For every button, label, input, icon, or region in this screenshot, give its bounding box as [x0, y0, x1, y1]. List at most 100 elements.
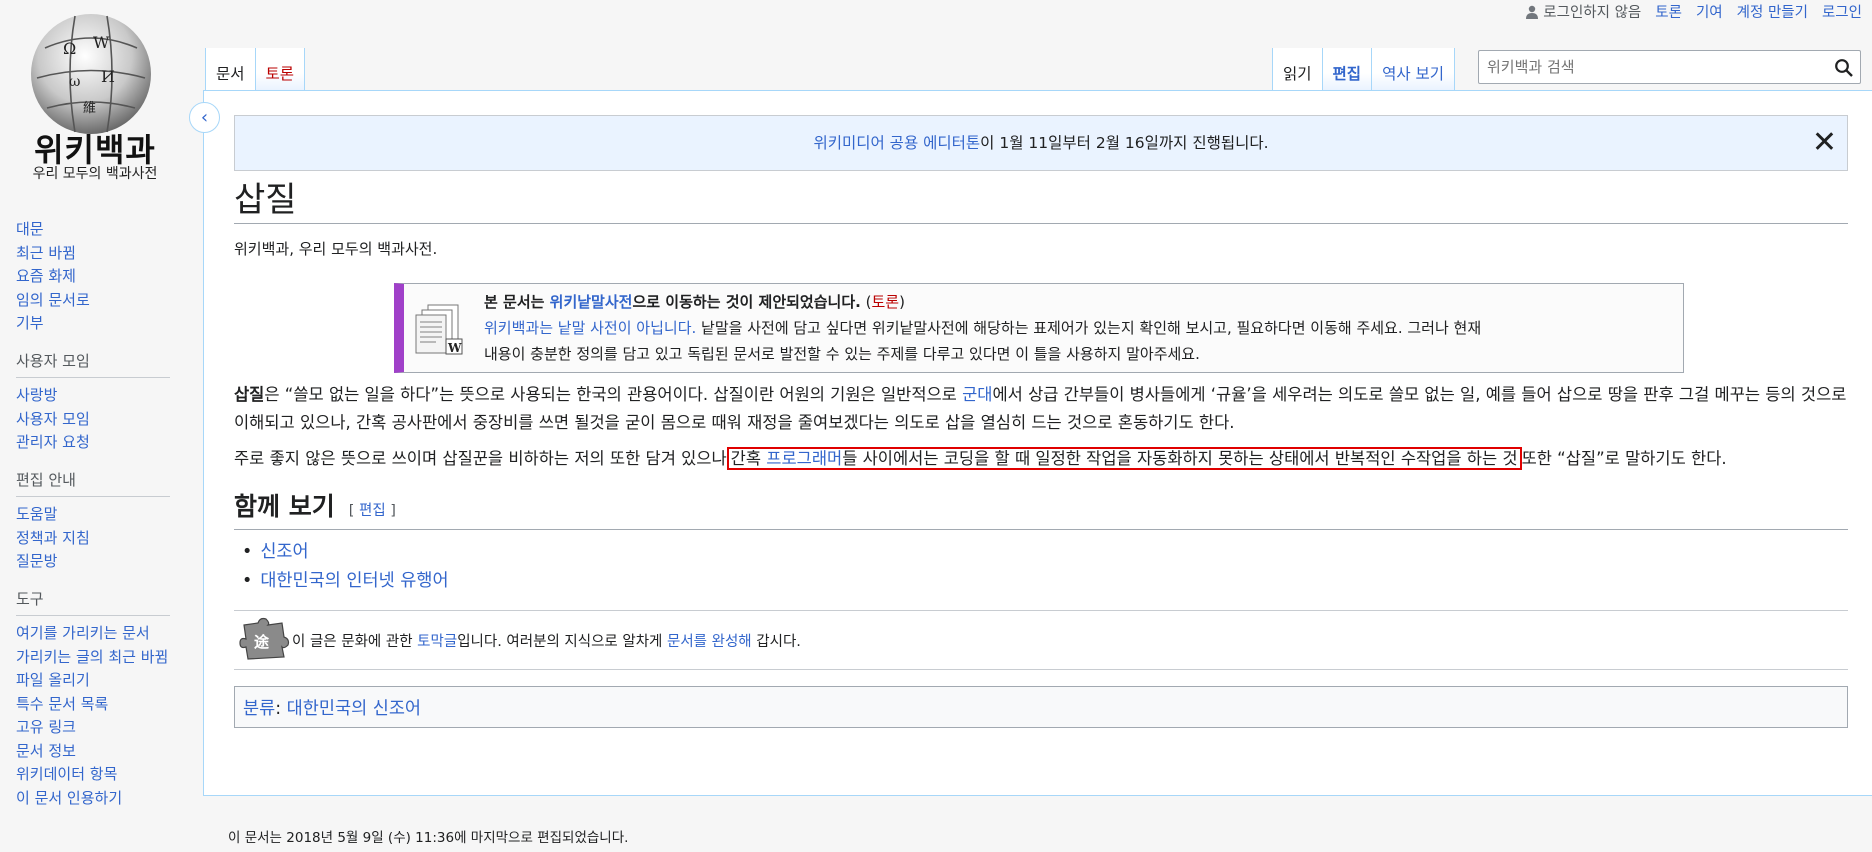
chevron-left-icon: ‹	[200, 107, 209, 128]
ambox-line-2: 위키백과는 낱말 사전이 아닙니다. 낱말을 사전에 담고 싶다면 위키낱말사전…	[484, 315, 1481, 341]
edit-bracket-close: ]	[385, 503, 396, 519]
sidebar-item-recent-changes[interactable]: 최근 바뀜	[16, 244, 76, 262]
anon-status: 로그인하지 않음	[1525, 1, 1641, 22]
section-edit: [ 편집 ]	[349, 503, 396, 519]
stub-text-3: 갑시다.	[751, 633, 801, 650]
not-logged-in-label: 로그인하지 않음	[1543, 5, 1642, 21]
personal-contributions-link[interactable]: 기여	[1696, 1, 1723, 22]
close-icon[interactable]: ✕	[1812, 116, 1837, 170]
content: 위키미디어 공용 에디터톤이 1월 11일부터 2월 16일까지 진행됩니다. …	[203, 90, 1872, 796]
ambox-line-1: 본 문서는 위키낱말사전으로 이동하는 것이 제안되었습니다. (토론)	[484, 289, 1481, 315]
not-dictionary-link[interactable]: 위키백과는 낱말 사전이 아닙니다.	[484, 319, 696, 337]
tab-talk[interactable]: 토론	[255, 48, 306, 90]
p2-highlight-2: 들 사이에서는 코딩을 할 때 일정한 작업을 자동화하지 못하는 상태에서 반…	[842, 449, 1518, 468]
ambox-text: 본 문서는 위키낱말사전으로 이동하는 것이 제안되었습니다. (토론) 위키백…	[484, 289, 1481, 367]
stub-text: 이 글은 문화에 관한 토막글입니다. 여러분의 지식으로 알차게 문서를 완성…	[292, 630, 801, 651]
sidebar-heading-tools: 도구	[16, 588, 170, 616]
login-link[interactable]: 로그인	[1822, 1, 1862, 22]
sidebar-tools: 도구 여기를 가리키는 문서 가리키는 글의 최근 바뀜 파일 올리기 특수 문…	[16, 588, 170, 807]
page-title: 삽질	[234, 179, 1848, 224]
personal-talk-link[interactable]: 토론	[1655, 1, 1682, 22]
svg-text:途: 途	[254, 633, 270, 651]
sidebar-item-related-changes[interactable]: 가리키는 글의 최근 바뀜	[16, 648, 168, 666]
sidebar-item-what-links-here[interactable]: 여기를 가리키는 문서	[16, 624, 150, 642]
list-item: 신조어	[248, 538, 1848, 567]
highlight-box: 간혹 프로그래머들 사이에서는 코딩을 할 때 일정한 작업을 자동화하지 못하…	[726, 447, 1522, 470]
sidebar-item-donate[interactable]: 기부	[16, 314, 44, 332]
neologism-link[interactable]: 신조어	[260, 542, 308, 562]
p2-text-2: 또한 “삽질”로 말하기도 한다.	[1521, 449, 1727, 468]
ambox-title-post: 으로 이동하는 것이 제안되었습니다.	[632, 293, 861, 311]
category-link[interactable]: 대한민국의 신조어	[287, 699, 421, 719]
p2-text-1: 주로 좋지 않은 뜻으로 쓰이며 삽질꾼을 비하하는 저의 또한 담겨 있으나	[234, 449, 727, 468]
sidebar-item-questions[interactable]: 질문방	[16, 552, 57, 570]
notice-link[interactable]: 위키미디어 공용 에디터톤	[813, 134, 980, 152]
stub-icon-wrap: 途	[234, 615, 292, 665]
site-subtitle: 위키백과, 우리 모두의 백과사전.	[234, 240, 438, 258]
term-bold: 삽질	[234, 385, 265, 404]
collapse-sidebar-button[interactable]: ‹	[189, 102, 220, 133]
move-notice-box: W 본 문서는 위키낱말사전으로 이동하는 것이 제안되었습니다. (토론) 위…	[394, 283, 1684, 373]
sidebar-item-upload-file[interactable]: 파일 올리기	[16, 671, 90, 689]
military-link[interactable]: 군대	[962, 385, 992, 404]
internet-slang-link[interactable]: 대한민국의 인터넷 유행어	[260, 571, 448, 591]
ambox-talk-link[interactable]: 토론	[871, 293, 899, 311]
create-account-link[interactable]: 계정 만들기	[1737, 1, 1808, 22]
ambox-title-pre: 본 문서는	[484, 293, 550, 311]
notice-text: 이 1월 11일부터 2월 16일까지 진행됩니다.	[980, 134, 1269, 152]
tab-article[interactable]: 문서	[206, 48, 256, 90]
wikipedia-logo[interactable]: Ω W ω И 維 위키백과 우리 모두의 백과사전	[0, 0, 200, 190]
sidebar-item-page-info[interactable]: 문서 정보	[16, 742, 76, 760]
stub-link[interactable]: 토막글	[417, 634, 457, 650]
sidebar-item-community-portal[interactable]: 사용자 모임	[16, 410, 90, 428]
sidebar-item-policies[interactable]: 정책과 지침	[16, 529, 90, 547]
search-icon[interactable]	[1834, 58, 1854, 78]
paragraph-1: 삽질은 “쓸모 없는 일을 하다”는 뜻으로 사용되는 한국의 관용어이다. 삽…	[234, 381, 1848, 437]
namespace-tabs: 문서 토론	[205, 48, 306, 90]
sidebar-item-admin-request[interactable]: 관리자 요청	[16, 433, 90, 451]
ambox-line-3: 내용이 충분한 정의를 담고 있고 독립된 문서로 발전할 수 있는 주제를 다…	[484, 345, 1200, 363]
sidebar-help: 편집 안내 도움말 정책과 지침 질문방	[16, 469, 170, 570]
sidebar-item-special-pages[interactable]: 특수 문서 목록	[16, 695, 108, 713]
search-box	[1478, 50, 1861, 84]
tab-read[interactable]: 읽기	[1273, 48, 1323, 90]
personal-tools: 로그인하지 않음 토론 기여 계정 만들기 로그인	[1525, 1, 1862, 22]
footer-last-modified: 이 문서는 2018년 5월 9일 (수) 11:36에 마지막으로 편집되었습…	[228, 830, 629, 846]
stub-text-2: 입니다. 여러분의 지식으로 알차게	[457, 633, 667, 650]
sidebar-item-main-page[interactable]: 대문	[16, 220, 44, 238]
tab-edit[interactable]: 편집	[1322, 48, 1373, 90]
p1-text-1: 은 “쓸모 없는 일을 하다”는 뜻으로 사용되는 한국의 관용어이다. 삽질이…	[264, 385, 963, 404]
sidebar-item-random[interactable]: 임의 문서로	[16, 291, 90, 309]
stub-notice: 途 이 글은 문화에 관한 토막글입니다. 여러분의 지식으로 알차게 문서를 …	[234, 610, 1848, 670]
ambox-icon-wrap: W	[414, 289, 484, 367]
dictionary-pages-icon: W	[415, 304, 463, 355]
section-edit-link[interactable]: 편집	[359, 503, 386, 519]
ambox-talk-close: )	[899, 293, 905, 311]
wiktionary-link[interactable]: 위키낱말사전	[550, 293, 633, 311]
expand-article-link[interactable]: 문서를 완성해	[667, 634, 752, 650]
view-tabs: 읽기 편집 역사 보기	[1272, 48, 1456, 90]
sidebar-item-help[interactable]: 도움말	[16, 505, 57, 523]
edit-bracket-open: [	[348, 503, 359, 519]
paragraph-2: 주로 좋지 않은 뜻으로 쓰이며 삽질꾼을 비하하는 저의 또한 담겨 있으나 간…	[234, 445, 1848, 473]
categories-label-link[interactable]: 분류	[243, 699, 275, 719]
sidebar-item-village-pump[interactable]: 사랑방	[16, 386, 57, 404]
svg-text:И: И	[101, 67, 115, 86]
user-icon	[1526, 5, 1539, 19]
svg-text:W: W	[447, 341, 462, 355]
svg-text:ω: ω	[69, 74, 80, 90]
sidebar-community: 사용자 모임 사랑방 사용자 모임 관리자 요청	[16, 350, 170, 451]
section-heading-see-also: 함께 보기 [ 편집 ]	[234, 491, 1848, 530]
sidebar: 대문 최근 바뀜 요즘 화제 임의 문서로 기부 사용자 모임 사랑방 사용자 …	[16, 220, 170, 825]
sidebar-navigation: 대문 최근 바뀜 요즘 화제 임의 문서로 기부	[16, 220, 170, 332]
see-also-list: 신조어 대한민국의 인터넷 유행어	[248, 538, 1848, 596]
sidebar-item-wikidata[interactable]: 위키데이터 항목	[16, 765, 117, 783]
search-input[interactable]	[1479, 51, 1809, 83]
list-item: 대한민국의 인터넷 유행어	[248, 567, 1848, 596]
sidebar-item-current-events[interactable]: 요즘 화제	[16, 267, 76, 285]
sidebar-item-permanent-link[interactable]: 고유 링크	[16, 718, 76, 736]
sidebar-heading-community: 사용자 모임	[16, 350, 170, 378]
tab-history[interactable]: 역사 보기	[1372, 48, 1456, 90]
programmer-link[interactable]: 프로그래머	[766, 449, 842, 468]
sidebar-item-cite[interactable]: 이 문서 인용하기	[16, 789, 122, 807]
